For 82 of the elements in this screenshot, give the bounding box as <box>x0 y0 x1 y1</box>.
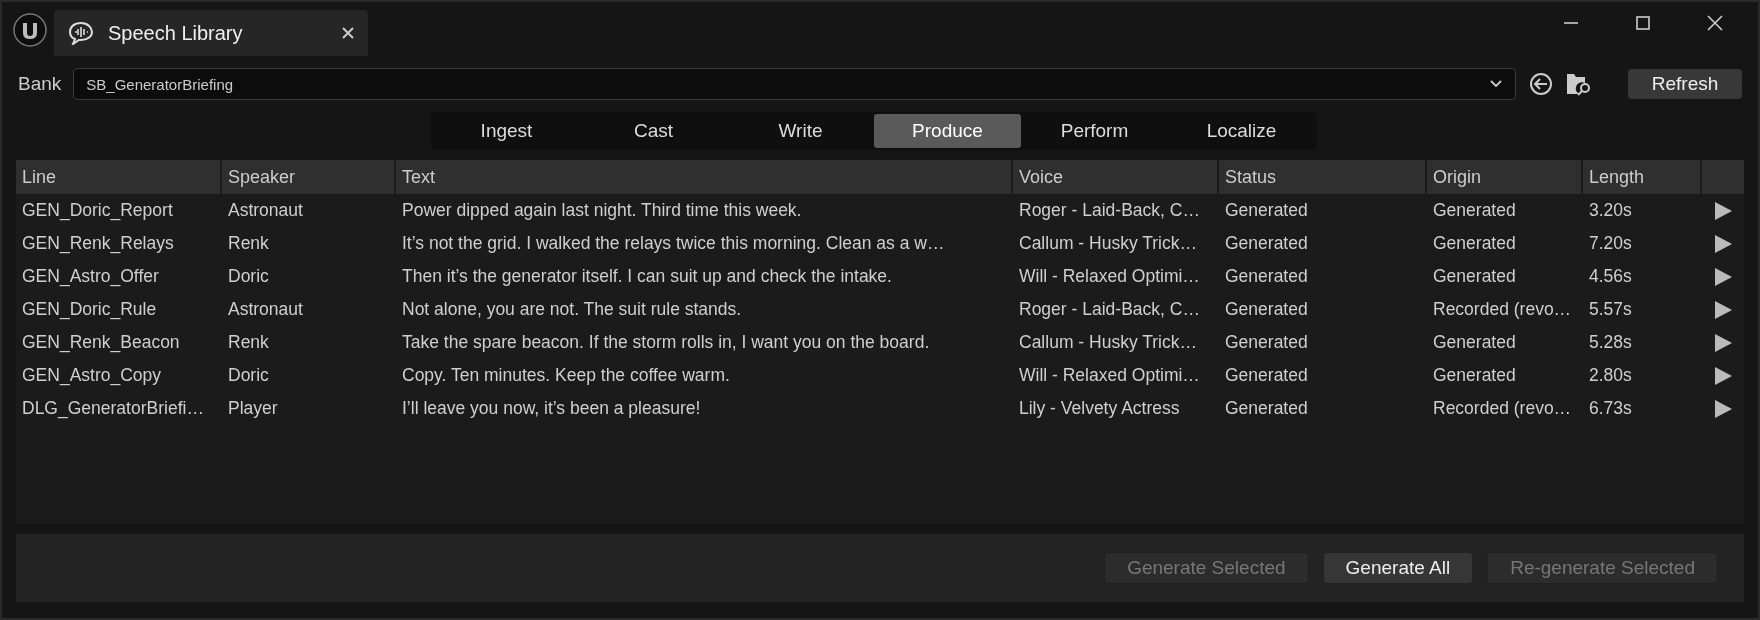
table-cell-text: It’s not the grid. I walked the relays twice this morning. Clean as a w… <box>401 233 946 254</box>
table-cell-text: Recorded (revo… <box>1432 398 1573 419</box>
table-cell-text: Will - Relaxed Optimi… <box>1018 266 1201 287</box>
mode-tab[interactable]: Ingest <box>433 114 580 148</box>
table-cell-text: Generated <box>1224 233 1309 254</box>
table-cell-text: Renk <box>227 332 270 353</box>
column-header[interactable]: Text <box>396 160 1013 194</box>
table-cell-text: Generated <box>1432 266 1517 287</box>
table-cell-text: Copy. Ten minutes. Keep the coffee warm. <box>401 365 731 386</box>
table-cell-text: Generated <box>1432 365 1517 386</box>
table-cell-text: 3.20s <box>1588 200 1633 221</box>
column-header[interactable]: Length <box>1583 160 1702 194</box>
bank-dropdown[interactable]: SB_GeneratorBriefing <box>73 68 1516 100</box>
table-cell-text: GEN_Renk_Beacon <box>21 332 181 353</box>
column-header[interactable]: Origin <box>1427 160 1583 194</box>
engine-logo-icon <box>12 12 48 48</box>
play-icon[interactable] <box>1712 200 1733 221</box>
table-cell-text: 5.28s <box>1588 332 1633 353</box>
table-cell-text: Generated <box>1224 200 1309 221</box>
mode-tab[interactable]: Produce <box>874 114 1021 148</box>
table-cell-text: I’ll leave you now, it’s been a pleasure! <box>401 398 702 419</box>
table-cell-text: Roger - Laid-Back, C… <box>1018 200 1201 221</box>
action-button[interactable]: Generate All <box>1322 552 1474 584</box>
table-cell-text: GEN_Doric_Report <box>21 200 174 221</box>
table-cell-text: Callum - Husky Trick… <box>1018 332 1198 353</box>
mode-tab[interactable]: Localize <box>1168 114 1315 148</box>
table-cell-text: Lily - Velvety Actress <box>1018 398 1181 419</box>
table-cell-text: GEN_Astro_Offer <box>21 266 160 287</box>
table-cell-text: 7.20s <box>1588 233 1633 254</box>
play-icon[interactable] <box>1712 233 1733 254</box>
column-header[interactable]: Speaker <box>222 160 396 194</box>
play-icon[interactable] <box>1712 398 1733 419</box>
table-cell-text: Generated <box>1224 299 1309 320</box>
mode-tab[interactable]: Cast <box>580 114 727 148</box>
play-icon[interactable] <box>1712 365 1733 386</box>
column-header[interactable]: Status <box>1219 160 1427 194</box>
play-icon[interactable] <box>1712 266 1733 287</box>
folder-search-icon[interactable] <box>1566 71 1592 97</box>
maximize-icon[interactable] <box>1634 14 1652 32</box>
table-cell-text: 4.56s <box>1588 266 1633 287</box>
table-cell-text: Take the spare beacon. If the storm rolls in, I want you on the board. <box>401 332 931 353</box>
table-cell-text: Generated <box>1224 398 1309 419</box>
table-cell-text: 2.80s <box>1588 365 1633 386</box>
table-cell-text: Generated <box>1432 233 1517 254</box>
bank-label: Bank <box>18 73 62 95</box>
close-icon[interactable] <box>342 27 354 39</box>
table-cell-text: Roger - Laid-Back, C… <box>1018 299 1201 320</box>
table-cell-text: Generated <box>1432 200 1517 221</box>
table-cell-text: Renk <box>227 233 270 254</box>
table-cell-text: Then it’s the generator itself. I can suit up and check the intake. <box>401 266 893 287</box>
table-cell-text: Astronaut <box>227 299 304 320</box>
window-title: Speech Library <box>108 21 244 45</box>
play-icon[interactable] <box>1712 332 1733 353</box>
table-cell-text: Astronaut <box>227 200 304 221</box>
table-cell-text: Power dipped again last night. Third time this week. <box>401 200 803 221</box>
column-header[interactable]: Voice <box>1013 160 1219 194</box>
refresh-button[interactable]: Refresh <box>1628 69 1742 99</box>
table-cell-text: 6.73s <box>1588 398 1633 419</box>
column-header[interactable]: Line <box>16 160 222 194</box>
mode-tab[interactable]: Perform <box>1021 114 1168 148</box>
play-icon[interactable] <box>1712 299 1733 320</box>
table-cell-text: Player <box>227 398 279 419</box>
table-cell-text: 5.57s <box>1588 299 1633 320</box>
document-tab[interactable]: Speech Library <box>54 10 368 56</box>
table-cell-text: GEN_Astro_Copy <box>21 365 163 386</box>
table-cell-text: Doric <box>227 266 270 287</box>
close-icon[interactable] <box>1706 14 1724 32</box>
table-cell-text: Will - Relaxed Optimi… <box>1018 365 1201 386</box>
table-cell-text: DLG_GeneratorBriefi… <box>21 398 205 419</box>
table-cell-text: Generated <box>1224 365 1309 386</box>
table-cell-text: Callum - Husky Trick… <box>1018 233 1198 254</box>
table-cell-text: Doric <box>227 365 270 386</box>
table-cell-text: Generated <box>1224 332 1309 353</box>
mode-tab[interactable]: Write <box>727 114 874 148</box>
speech-bubble-icon <box>68 21 94 45</box>
table-cell-text: GEN_Doric_Rule <box>21 299 158 320</box>
table-cell-text: Not alone, you are not. The suit rule stands. <box>401 299 743 320</box>
table-cell-text: Recorded (revo… <box>1432 299 1573 320</box>
table-cell-text: Generated <box>1224 266 1309 287</box>
table-cell-text: Generated <box>1432 332 1517 353</box>
table-cell-text: GEN_Renk_Relays <box>21 233 175 254</box>
chevron-down-icon <box>1489 79 1503 89</box>
